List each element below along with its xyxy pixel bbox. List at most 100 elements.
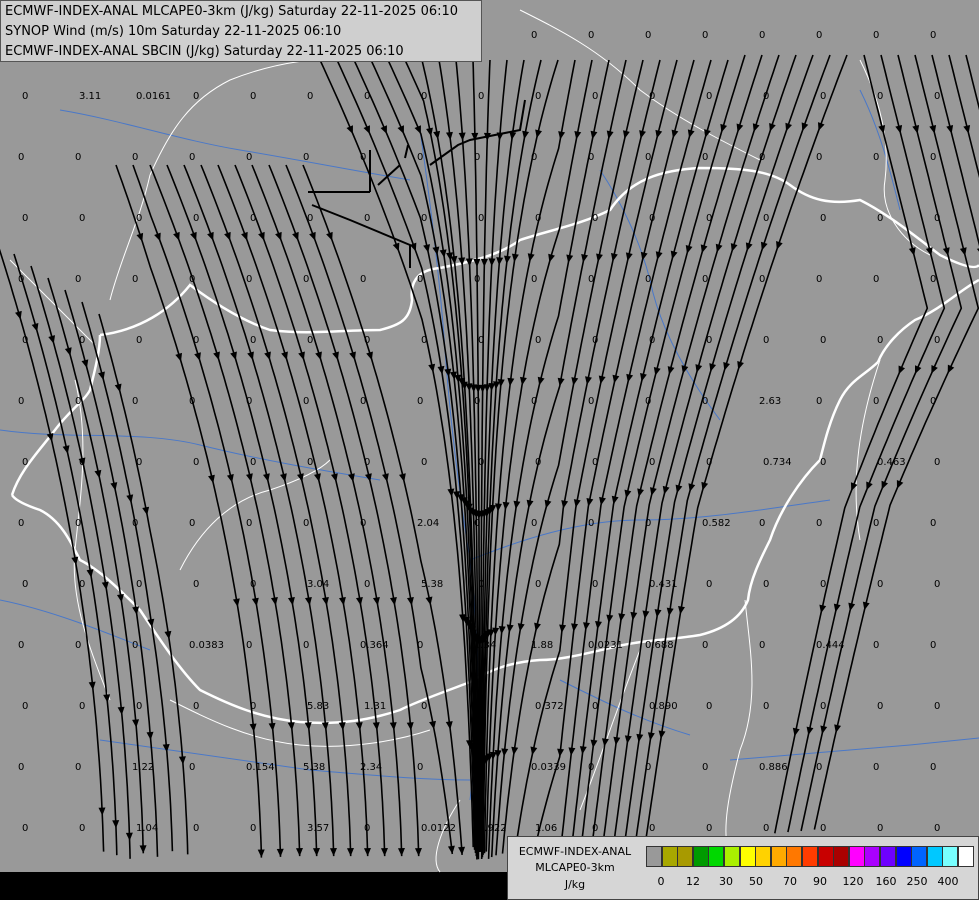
cape-value-label: 0: [930, 274, 936, 285]
cape-value-label: 0: [474, 152, 480, 163]
map-canvas[interactable]: 000000000000000000.021803.110.0161000000…: [0, 0, 979, 900]
cape-value-label: 0: [820, 335, 826, 346]
cape-value-label: 0: [535, 457, 541, 468]
cape-value-label: 0: [132, 396, 138, 407]
cape-value-label: 0: [22, 701, 28, 712]
cape-value-label: 0: [702, 152, 708, 163]
cape-value-label: 0: [421, 91, 427, 102]
cape-value-label: 0: [816, 518, 822, 529]
cape-value-label: 0: [873, 518, 879, 529]
cape-value-label: 0: [588, 396, 594, 407]
cape-value-label: 0: [421, 457, 427, 468]
cape-value-label: 0: [250, 335, 256, 346]
legend-swatch: [661, 846, 678, 867]
cape-value-label: 0: [246, 518, 252, 529]
cape-value-label: 0: [592, 823, 598, 834]
cape-value-label: 0: [421, 335, 427, 346]
cape-value-label: 5.83: [307, 701, 329, 712]
legend-swatch: [724, 846, 740, 867]
cape-value-label: 0: [474, 762, 480, 773]
cape-value-label: 1.31: [364, 701, 386, 712]
cape-value-label: 0: [18, 640, 24, 651]
cape-value-label: 0: [360, 274, 366, 285]
cape-value-label: 0: [136, 213, 142, 224]
cape-value-label: 0: [250, 91, 256, 102]
cape-value-label: 0: [706, 91, 712, 102]
cape-value-label: 0.688: [645, 640, 674, 651]
cape-value-label: 0: [877, 213, 883, 224]
cape-value-label: 0.0161: [136, 91, 171, 102]
cape-value-label: 0: [132, 640, 138, 651]
map-header-panel: ECMWF-INDEX-ANAL MLCAPE0-3km (J/kg) Satu…: [0, 0, 482, 62]
cape-value-label: 5.38: [421, 579, 443, 590]
cape-value-label: 0: [303, 274, 309, 285]
cape-value-label: 0: [132, 274, 138, 285]
cape-value-label: 0: [816, 274, 822, 285]
cape-value-label: 0: [702, 762, 708, 773]
weather-map: 000000000000000000.021803.110.0161000000…: [0, 0, 979, 900]
cape-value-label: 0: [303, 640, 309, 651]
cape-value-label: 2.63: [759, 396, 781, 407]
cape-value-label: 0: [79, 701, 85, 712]
cape-value-label: 0: [877, 91, 883, 102]
cape-value-label: 0: [763, 213, 769, 224]
cape-value-label: 0: [18, 762, 24, 773]
cape-value-label: 0: [189, 274, 195, 285]
cape-value-label: 0: [592, 457, 598, 468]
cape-value-label: 0: [535, 335, 541, 346]
header-line-cape: ECMWF-INDEX-ANAL MLCAPE0-3km (J/kg) Satu…: [5, 4, 459, 19]
cape-value-label: 0: [877, 579, 883, 590]
legend-swatch: [677, 846, 694, 867]
cape-value-label: 0: [877, 701, 883, 712]
cape-value-label: 0: [873, 274, 879, 285]
cape-value-label: 0: [79, 579, 85, 590]
legend-tick-label: 30: [719, 875, 733, 888]
cape-value-label: 0: [360, 396, 366, 407]
cape-value-label: 0: [246, 152, 252, 163]
cape-value-label: 0: [588, 518, 594, 529]
cape-value-label: 0.364: [360, 640, 389, 651]
cape-value-label: 0: [478, 91, 484, 102]
cape-value-label: 0: [132, 152, 138, 163]
cape-value-label: 0: [820, 91, 826, 102]
cape-value-label: 0: [588, 30, 594, 41]
cape-value-label: 0: [649, 457, 655, 468]
legend-tick-label: 12: [686, 875, 700, 888]
legend-swatch: [942, 846, 959, 867]
cape-value-label: 0: [645, 396, 651, 407]
cape-value-label: 0: [360, 152, 366, 163]
cape-value-label: 0: [592, 213, 598, 224]
cape-value-label: 0: [934, 579, 940, 590]
cape-value-label: 0: [75, 762, 81, 773]
cape-value-label: 0: [702, 274, 708, 285]
cape-value-label: 0: [645, 518, 651, 529]
cape-value-label: 0.444: [816, 640, 845, 651]
cape-value-label: 0: [820, 823, 826, 834]
legend-swatch: [802, 846, 818, 867]
cape-value-label: 0: [18, 152, 24, 163]
cape-value-label: 0: [706, 335, 712, 346]
cape-value-label: 0: [645, 152, 651, 163]
cape-value-label: 0: [934, 823, 940, 834]
cape-value-label: 0.0383: [189, 640, 224, 651]
header-line-wind: SYNOP Wind (m/s) 10m Saturday 22-11-2025…: [5, 24, 342, 39]
legend-unit: J/kg: [564, 878, 586, 891]
cape-value-label: 0: [645, 762, 651, 773]
cape-value-label: 0: [930, 30, 936, 41]
cape-value-label: 0: [706, 579, 712, 590]
cape-value-label: 0: [364, 91, 370, 102]
cape-value-label: 0: [649, 91, 655, 102]
legend-swatch: [786, 846, 803, 867]
cape-value-label: 0: [763, 91, 769, 102]
cape-value-label: 3.04: [307, 579, 329, 590]
cape-value-label: 0: [246, 274, 252, 285]
cape-value-label: 0: [303, 884, 309, 895]
cape-value-label: 0: [360, 518, 366, 529]
legend-swatch: [926, 846, 943, 867]
cape-value-label: 0.890: [649, 701, 678, 712]
legend-swatch: [895, 846, 912, 867]
cape-value-label: 0: [364, 823, 370, 834]
cape-value-label: 0: [75, 884, 81, 895]
cape-value-label: 0: [873, 396, 879, 407]
cape-value-label: 0: [250, 579, 256, 590]
